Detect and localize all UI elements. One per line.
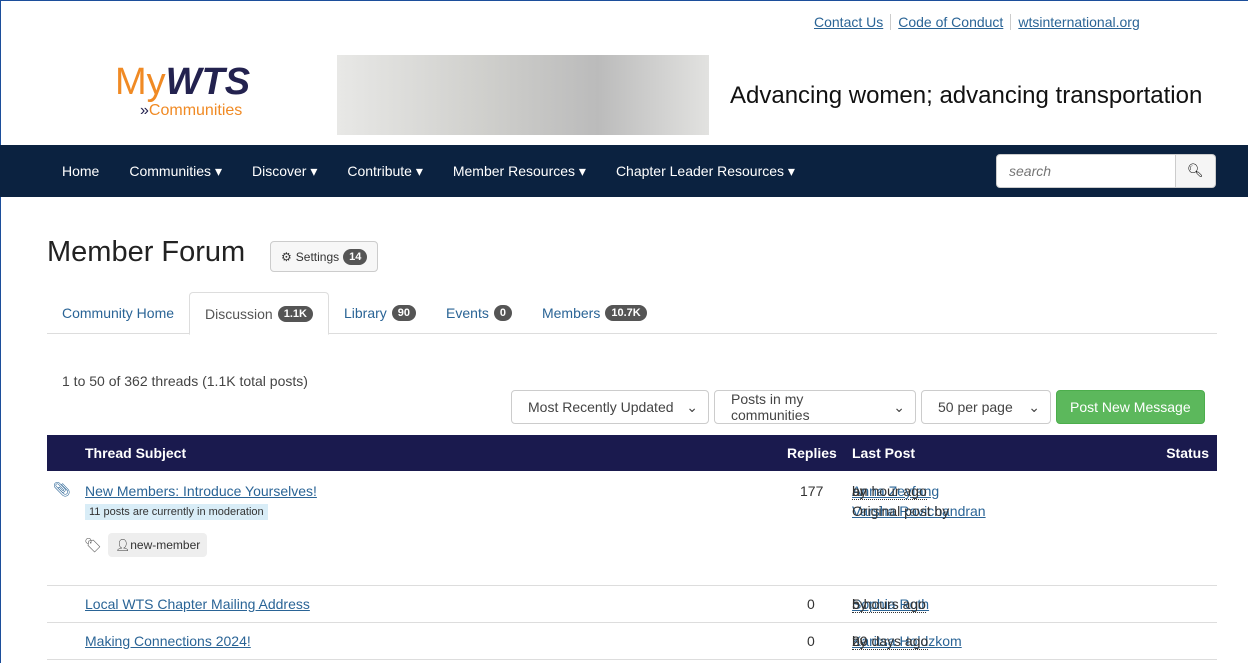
filter-select[interactable]: Posts in my communities ⌄ [714, 390, 916, 424]
logo-subtitle: Communities [148, 102, 243, 119]
wts-international-link[interactable]: wtsinternational.org [1010, 14, 1146, 30]
tab-discussion[interactable]: Discussion 1.1K [189, 292, 329, 335]
contact-us-link[interactable]: Contact Us [814, 14, 890, 30]
code-of-conduct-link[interactable]: Code of Conduct [890, 14, 1010, 30]
thread-count: 1 to 50 of 362 threads (1.1K total posts… [62, 373, 308, 389]
moderation-notice: 11 posts are currently in moderation [85, 504, 268, 520]
table-row: 📎︎ New Members: Introduce Yourselves! 11… [47, 471, 1217, 586]
tag-new-member[interactable]: 👤︎new-member [108, 533, 208, 557]
chevron-down-icon: ⌄ [1028, 398, 1040, 415]
search-input[interactable] [996, 154, 1176, 188]
tagline: Advancing women; advancing transportatio… [730, 82, 1203, 109]
thread-link[interactable]: Making Connections 2024! [85, 633, 251, 649]
chevron-down-icon: ⌄ [893, 398, 905, 415]
mywts-logo[interactable]: MyWTS »Communities [115, 62, 275, 132]
tab-library[interactable]: Library 90 [329, 292, 431, 334]
tab-events[interactable]: Events 0 [431, 292, 527, 334]
main-nav: Home Communities ▾ Discover ▾ Contribute… [0, 145, 1248, 197]
table-row: Local WTS Chapter Mailing Address 0 5 ho… [47, 586, 1217, 623]
page-title: Member Forum [47, 236, 246, 268]
settings-button[interactable]: ⚙ Settings 14 [270, 241, 379, 272]
nav-communities[interactable]: Communities ▾ [114, 163, 237, 180]
gear-icon: ⚙ [281, 249, 292, 264]
tag-icon: 🏷︎ [84, 537, 102, 553]
community-tabs: Community Home Discussion 1.1K Library 90 … [47, 292, 1217, 335]
reply-count: 0 [807, 596, 815, 612]
thread-link[interactable]: Local WTS Chapter Mailing Address [85, 596, 310, 612]
sort-select[interactable]: Most Recently Updated ⌄ [511, 390, 709, 424]
table-header: Thread Subject Replies Last Post Status [47, 435, 1217, 471]
hero-image [337, 55, 709, 135]
reply-count: 0 [807, 633, 815, 649]
nav-member-resources[interactable]: Member Resources ▾ [438, 163, 601, 180]
nav-chapter-leader-resources[interactable]: Chapter Leader Resources ▾ [601, 163, 810, 180]
thread-link[interactable]: New Members: Introduce Yourselves! [85, 483, 317, 499]
nav-discover[interactable]: Discover ▾ [237, 163, 332, 180]
search-button[interactable]: 🔍︎ [1176, 154, 1216, 188]
chevron-down-icon: ⌄ [686, 398, 698, 415]
nav-contribute[interactable]: Contribute ▾ [332, 163, 438, 180]
paperclip-icon: 📎︎ [53, 481, 71, 497]
nav-home[interactable]: Home [47, 163, 114, 179]
reply-count: 177 [800, 483, 824, 499]
post-new-message-button[interactable]: Post New Message [1056, 390, 1205, 424]
user-icon: 👤︎ [115, 538, 131, 552]
tab-members[interactable]: Members 10.7K [527, 292, 662, 334]
per-page-select[interactable]: 50 per page ⌄ [921, 390, 1051, 424]
tab-community-home[interactable]: Community Home [47, 292, 189, 334]
table-row: Making Connections 2024! 0 20 days ago b… [47, 623, 1217, 660]
search-icon: 🔍︎ [1187, 163, 1204, 178]
top-links: Contact Us Code of Conduct wtsinternatio… [814, 14, 1147, 30]
